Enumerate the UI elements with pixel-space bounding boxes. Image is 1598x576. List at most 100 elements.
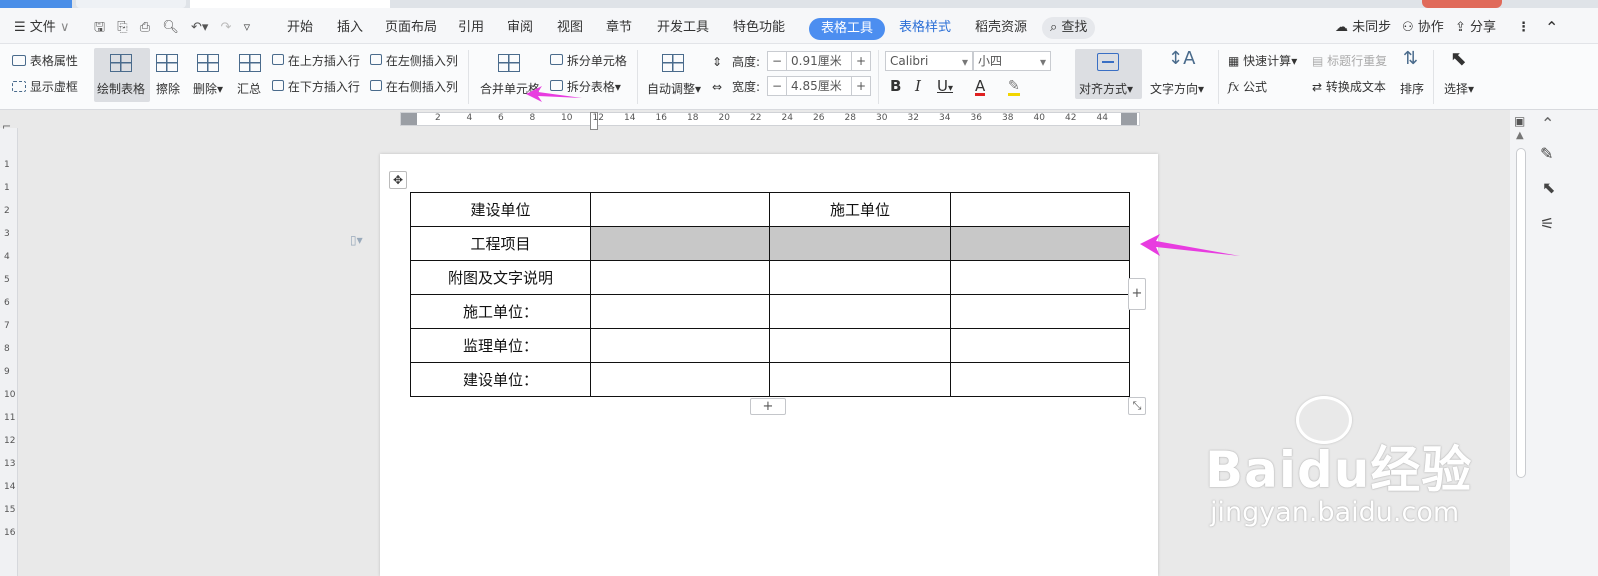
quick-calc-button[interactable]: ▦ 快速计算▾ — [1228, 54, 1297, 68]
view-icon[interactable]: ▣ — [1514, 114, 1525, 128]
menu-item-start[interactable]: 开始 — [287, 8, 313, 44]
insert-left-button[interactable]: 在左侧插入列 — [370, 54, 458, 68]
sort-button[interactable]: 排序 — [1400, 82, 1424, 96]
formula-button[interactable]: fx 公式 — [1228, 80, 1267, 94]
table-cell[interactable]: 监理单位： — [410, 328, 591, 363]
menu-item-developer[interactable]: 开发工具 — [657, 8, 709, 44]
tab-document[interactable] — [190, 0, 390, 8]
height-decrease-button[interactable]: − — [767, 51, 787, 71]
menu-item-view[interactable]: 视图 — [557, 8, 583, 44]
table-cell[interactable] — [769, 226, 951, 261]
table-cell[interactable] — [769, 260, 951, 295]
table-cell[interactable] — [950, 328, 1130, 363]
erase-button[interactable]: 擦除 — [156, 82, 180, 96]
menu-item-features[interactable]: 特色功能 — [733, 8, 785, 44]
table-cell[interactable] — [590, 362, 770, 397]
scroll-up-icon[interactable]: ▲ — [1516, 130, 1524, 141]
chevron-up-icon[interactable]: ⌃ — [1541, 114, 1554, 133]
more-icon[interactable]: ⋮ — [1517, 8, 1530, 44]
tab-table-style[interactable]: 表格样式 — [899, 8, 951, 44]
edit-pen-icon[interactable]: ✎ — [1540, 144, 1553, 163]
scrollbar[interactable] — [1516, 148, 1526, 478]
table-cell[interactable]: 施工单位 — [769, 192, 951, 227]
print-icon[interactable]: ⎙ — [140, 20, 150, 35]
table-cell[interactable]: 施工单位： — [410, 294, 591, 329]
insert-above-button[interactable]: 在上方插入行 — [272, 54, 360, 68]
collapse-ribbon-icon[interactable]: ⌃ — [1545, 8, 1558, 44]
table-cell[interactable] — [769, 294, 951, 329]
pointer-icon[interactable]: ⬉ — [1542, 178, 1555, 197]
ruler-tick-label: 5 — [4, 275, 10, 285]
add-row-button[interactable]: + — [750, 398, 786, 415]
bold-button[interactable]: B — [890, 79, 901, 94]
tab-table-tools[interactable]: 表格工具 — [809, 18, 886, 40]
ruler-tick-label: 4 — [466, 113, 473, 123]
tab-shell-resources[interactable]: 稻壳资源 — [975, 8, 1027, 44]
width-decrease-button[interactable]: − — [767, 76, 787, 96]
height-input[interactable]: 0.91厘米 — [786, 51, 852, 71]
table-cell[interactable] — [950, 362, 1130, 397]
menu-item-reference[interactable]: 引用 — [458, 8, 484, 44]
menu-item-review[interactable]: 审阅 — [507, 8, 533, 44]
insert-right-button[interactable]: 在右侧插入列 — [370, 80, 458, 94]
show-gridlines-button[interactable]: 显示虚框 — [12, 80, 78, 94]
menu-item-page-layout[interactable]: 页面布局 — [385, 8, 437, 44]
tab-docer[interactable] — [76, 0, 186, 8]
height-increase-button[interactable]: + — [851, 51, 871, 71]
table-cell[interactable] — [769, 362, 951, 397]
font-name-select[interactable]: Calibri — [885, 51, 973, 71]
table-resize-handle-icon[interactable]: ⤡ — [1128, 397, 1146, 415]
table-cell[interactable] — [590, 192, 770, 227]
print-preview-icon[interactable]: 🔍︎ — [162, 20, 179, 35]
add-column-button[interactable]: + — [1128, 278, 1146, 310]
table-cell[interactable] — [950, 294, 1130, 329]
split-cells-button[interactable]: 拆分单元格 — [550, 54, 627, 68]
highlight-icon[interactable]: ✎ — [1008, 79, 1020, 96]
table-cell[interactable] — [590, 260, 770, 295]
table-cell[interactable]: 工程项目 — [410, 226, 591, 261]
table-cell[interactable] — [950, 192, 1130, 227]
convert-text-button[interactable]: ⇄ 转换成文本 — [1312, 80, 1386, 94]
text-direction-button[interactable]: 文字方向▾ — [1150, 82, 1204, 96]
find-button[interactable]: ⌕ 查找 — [1042, 17, 1096, 39]
italic-button[interactable]: I — [915, 79, 921, 94]
table-cell[interactable] — [950, 260, 1130, 295]
document-map-icon[interactable]: ▯▾ — [350, 233, 363, 247]
customize-icon[interactable]: ▿ — [244, 20, 251, 35]
share-button[interactable]: ⇪ 分享 — [1455, 8, 1496, 44]
file-menu[interactable]: ☰ 文件 ∨ — [14, 8, 69, 44]
table-cell[interactable] — [590, 294, 770, 329]
auto-fit-button[interactable]: 自动调整▾ — [647, 82, 701, 96]
table-cell[interactable]: 建设单位： — [410, 362, 591, 397]
table-move-handle-icon[interactable]: ✥ — [389, 171, 407, 189]
save-icon[interactable]: 🖫 — [94, 20, 105, 35]
share-doc-icon[interactable]: ⎘ — [117, 20, 127, 35]
table-cell[interactable]: 附图及文字说明 — [410, 260, 591, 295]
width-label: 宽度: — [732, 80, 761, 94]
table-cell[interactable] — [769, 328, 951, 363]
menu-item-insert[interactable]: 插入 — [337, 8, 363, 44]
horizontal-ruler[interactable] — [400, 112, 1140, 126]
tab-home[interactable] — [0, 0, 72, 8]
settings-sliders-icon[interactable]: ⚟ — [1540, 214, 1554, 233]
insert-below-button[interactable]: 在下方插入行 — [272, 80, 360, 94]
summary-button[interactable]: 汇总 — [237, 82, 261, 96]
collab-button[interactable]: ⚇ 协作 — [1402, 8, 1444, 44]
table-cell[interactable] — [950, 226, 1130, 261]
menu-item-chapter[interactable]: 章节 — [606, 8, 632, 44]
table-cell[interactable] — [590, 226, 770, 261]
underline-button[interactable]: U▾ — [937, 79, 953, 96]
width-input[interactable]: 4.85厘米 — [786, 76, 852, 96]
table-cell[interactable]: 建设单位 — [410, 192, 591, 227]
undo-icon[interactable]: ↶▾ — [191, 20, 208, 35]
width-increase-button[interactable]: + — [851, 76, 871, 96]
delete-button[interactable]: 删除▾ — [193, 82, 223, 96]
select-button[interactable]: 选择▾ — [1444, 82, 1474, 96]
redo-icon[interactable]: ↷ — [221, 20, 232, 35]
login-button[interactable] — [1422, 0, 1502, 8]
table-props-button[interactable]: 表格属性 — [12, 54, 78, 68]
font-color-button[interactable]: A — [975, 79, 986, 96]
sync-status[interactable]: ☁ 未同步 — [1335, 8, 1391, 44]
table-cell[interactable] — [590, 328, 770, 363]
tab-stop-icon[interactable]: ⌐ — [2, 120, 11, 133]
